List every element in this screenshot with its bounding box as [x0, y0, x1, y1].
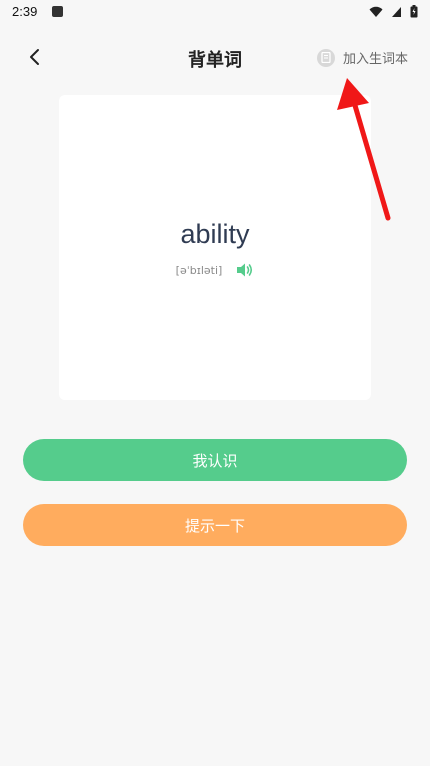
cell-signal-icon	[391, 6, 402, 22]
status-icons	[369, 5, 418, 22]
speaker-button[interactable]	[236, 262, 254, 278]
app-notification-icon	[52, 6, 63, 17]
add-to-vocab-label: 加入生词本	[342, 52, 408, 67]
phonetic-text: [əˈbɪləti]	[175, 263, 223, 277]
word-card: ability [əˈbɪləti]	[59, 95, 371, 400]
status-time: 2:39	[12, 4, 38, 19]
add-to-vocab-button[interactable]: 加入生词本	[316, 48, 408, 67]
wifi-icon	[369, 6, 383, 22]
status-bar: 2:39	[0, 0, 430, 24]
speaker-icon	[237, 263, 253, 277]
word-text: ability	[180, 219, 250, 249]
battery-icon	[410, 5, 418, 22]
hint-button[interactable]: 提示一下	[23, 504, 407, 546]
notebook-icon	[316, 48, 335, 67]
pronunciation-row: [əˈbɪləti]	[59, 262, 371, 278]
header-bar: 背单词 加入生词本	[0, 38, 430, 80]
i-know-button[interactable]: 我认识	[23, 439, 407, 481]
